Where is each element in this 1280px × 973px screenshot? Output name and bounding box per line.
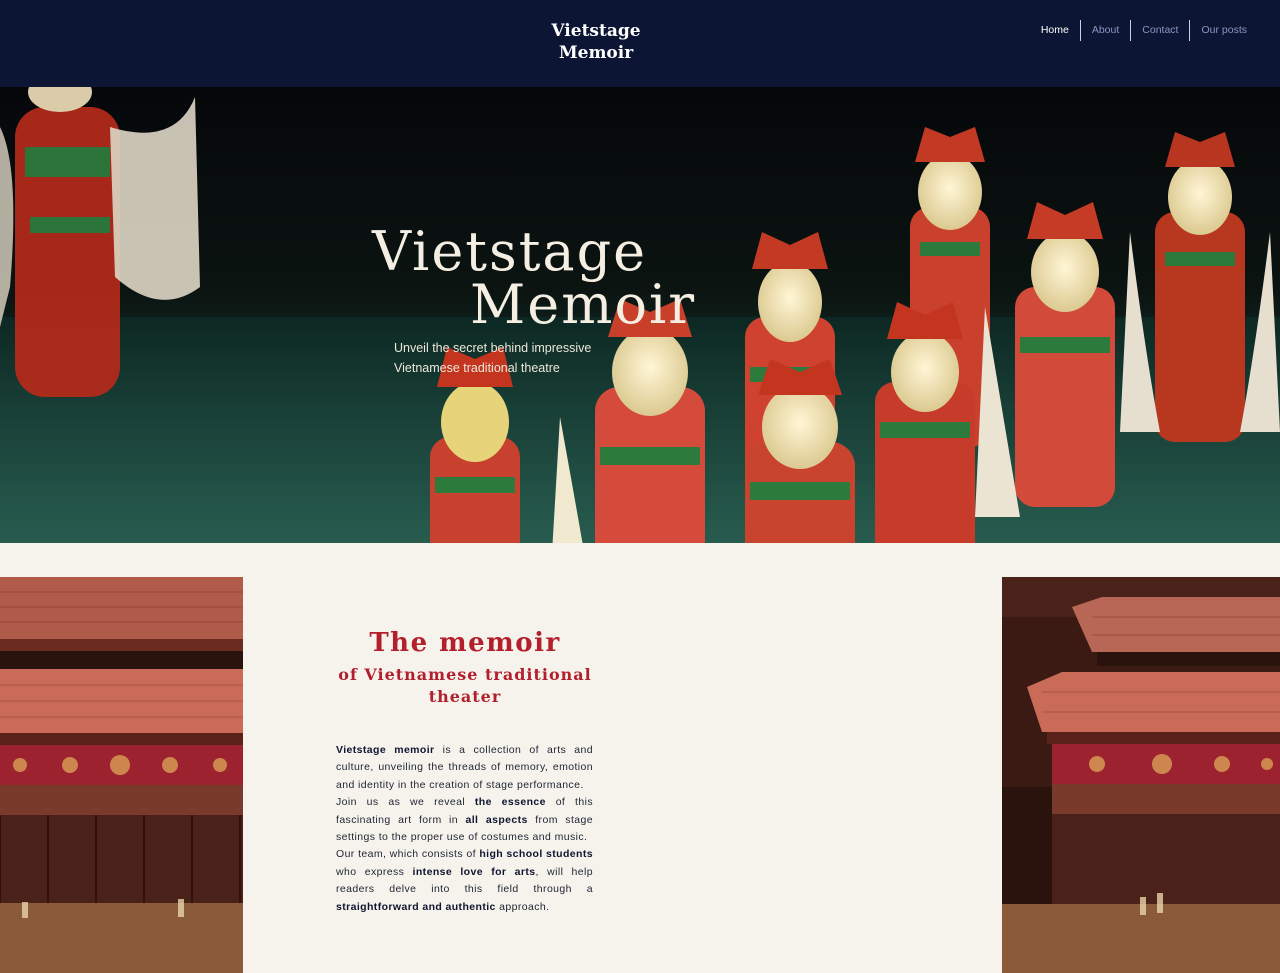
memoir-subtitle: of Vietnamese traditional theater [338, 665, 592, 706]
hero-banner: Vietstage Memoir Unveil the secret behin… [0, 87, 1280, 543]
text-run: high school students [479, 848, 593, 861]
text-run: Join us as we reveal [336, 796, 475, 809]
text-run: the essence [474, 796, 546, 809]
text-run: Vietstage memoir [336, 744, 435, 756]
site-header: Vietstage Memoir Home About Contact Our … [0, 0, 1280, 87]
text-run: who express [336, 865, 413, 878]
paragraph-join: Join us as we reveal the essence of this… [336, 794, 593, 846]
main-nav: Home About Contact Our posts [1030, 20, 1258, 41]
nav-contact[interactable]: Contact [1131, 20, 1189, 41]
nav-home[interactable]: Home [1030, 20, 1080, 41]
stage-image-right [1002, 577, 1280, 973]
hero-subtitle-line-2: Vietnamese traditional theatre [394, 361, 560, 375]
memoir-heading: The memoir of Vietnamese traditional the… [330, 626, 600, 708]
hero-title-line-1: Vietstage [372, 220, 648, 283]
text-run: Our team, which consists of [336, 848, 480, 861]
hero-subtitle-line-1: Unveil the secret behind impressive [394, 341, 592, 355]
hero-subtitle: Unveil the secret behind impressive Viet… [394, 338, 624, 378]
memoir-title: The memoir [369, 628, 561, 658]
paragraph-team: Our team, which consists of high school … [336, 846, 593, 916]
hero-title-line-2: Memoir [470, 273, 697, 336]
text-run: all aspects [465, 813, 528, 826]
logo-line-1: Vietstage [551, 21, 641, 41]
text-run: approach. [495, 900, 550, 913]
paragraph-intro: Vietstage memoir is a collection of arts… [336, 742, 593, 794]
memoir-description: Vietstage memoir is a collection of arts… [336, 742, 593, 916]
stage-image-left [0, 577, 243, 973]
text-run: intense love for arts [412, 865, 536, 878]
logo-line-2: Memoir [558, 43, 634, 63]
site-logo[interactable]: Vietstage Memoir [540, 20, 652, 64]
text-run: straightforward and authentic [336, 900, 496, 913]
nav-our-posts[interactable]: Our posts [1190, 20, 1258, 41]
nav-about[interactable]: About [1081, 20, 1130, 41]
